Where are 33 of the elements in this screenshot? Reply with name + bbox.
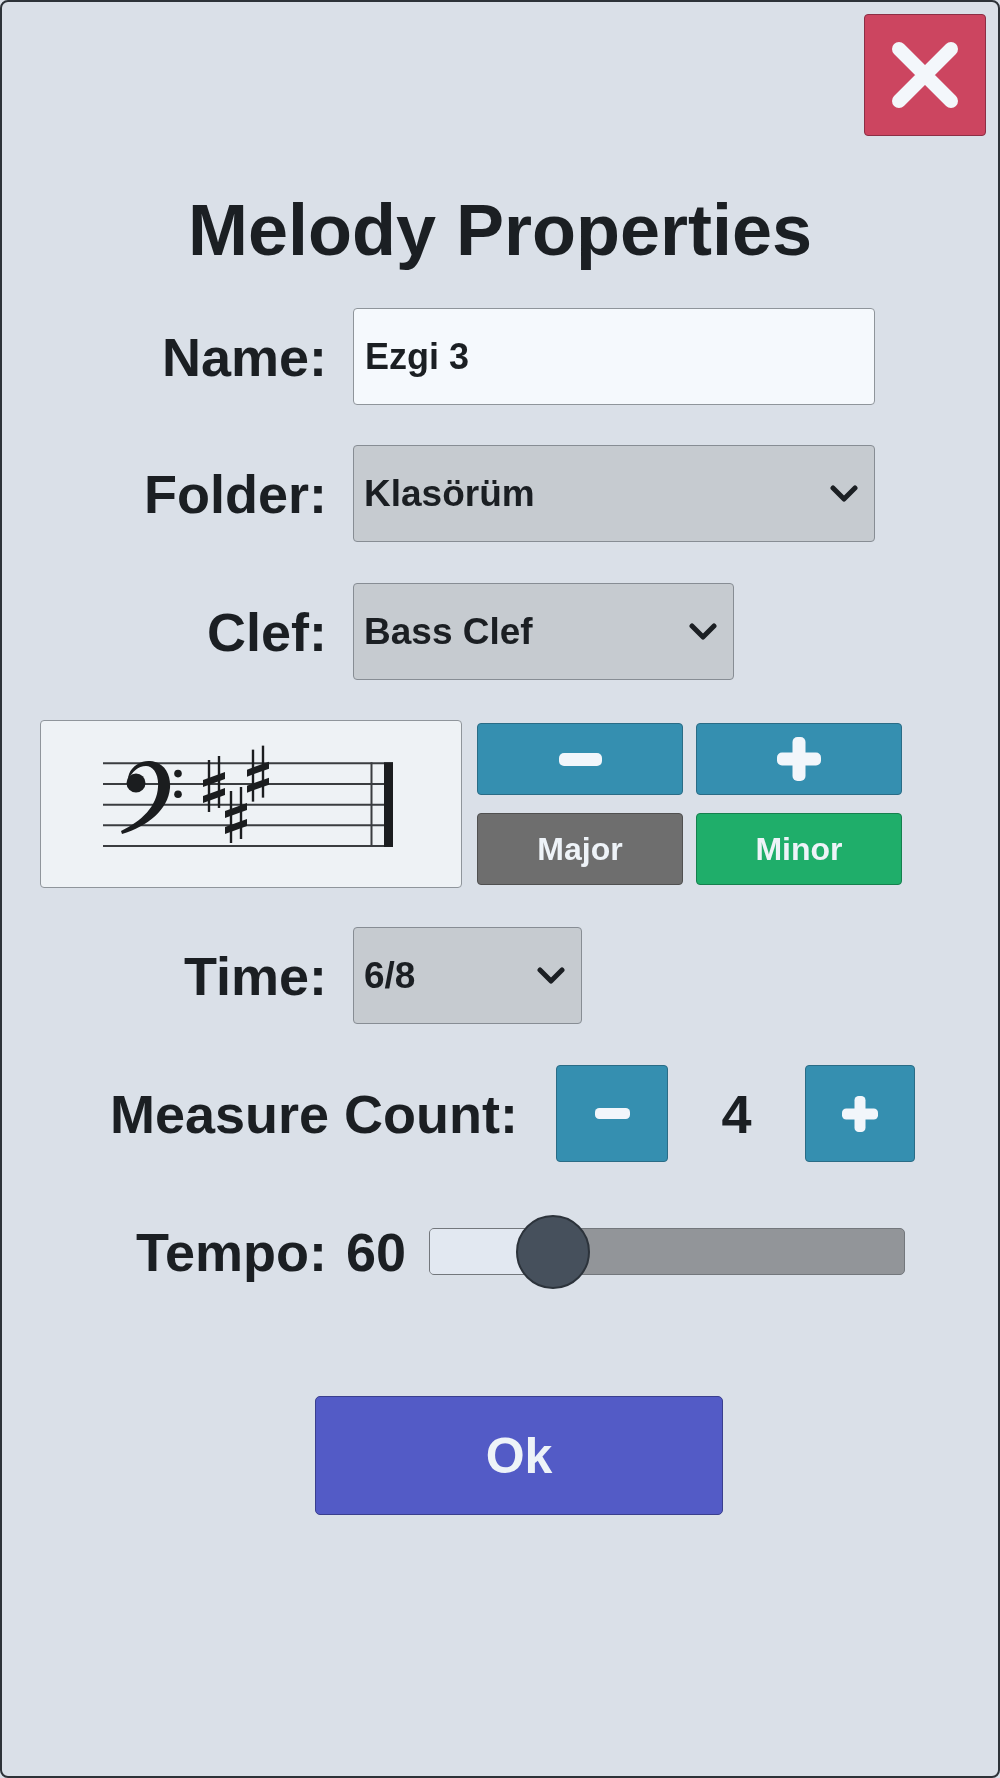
close-button[interactable] <box>864 14 986 136</box>
dropdown[interactable]: Bass Clef <box>353 583 734 680</box>
chevron-icon <box>537 966 565 985</box>
plus-icon <box>842 1095 879 1132</box>
sharp-icon <box>225 786 247 843</box>
minus-button[interactable] <box>556 1065 669 1162</box>
field-label: Clef: <box>207 600 327 663</box>
dropdown[interactable]: 6/8 <box>353 927 582 1024</box>
sharp-icon <box>247 745 269 802</box>
field-label: Measure Count: <box>110 1082 519 1145</box>
mode-button[interactable]: Major <box>477 813 683 885</box>
close-icon <box>892 42 958 108</box>
dialog-title: Melody Properties <box>187 189 813 272</box>
minus-icon <box>558 752 602 766</box>
field-label: Folder: <box>144 462 327 525</box>
text-input[interactable]: Ezgi 3 <box>353 308 875 405</box>
measure-count-value: 4 <box>721 1082 752 1145</box>
minus-icon <box>594 1108 630 1119</box>
tempo-slider[interactable] <box>429 1215 906 1289</box>
field-label: Time: <box>183 944 327 1007</box>
bass-clef-icon <box>121 760 182 834</box>
dropdown[interactable]: Klasörüm <box>353 445 875 542</box>
field-label: Tempo: <box>136 1221 327 1283</box>
plus-icon <box>777 737 821 781</box>
tempo-value: 60 <box>346 1221 407 1283</box>
chevron-icon <box>689 622 717 641</box>
plus-button[interactable] <box>696 723 902 795</box>
chevron-icon <box>830 484 858 503</box>
minus-button[interactable] <box>477 723 683 795</box>
sharp-icon <box>203 755 225 812</box>
plus-button[interactable] <box>805 1065 916 1162</box>
ok-button[interactable]: Ok <box>315 1396 723 1515</box>
field-label: Name: <box>161 325 327 388</box>
